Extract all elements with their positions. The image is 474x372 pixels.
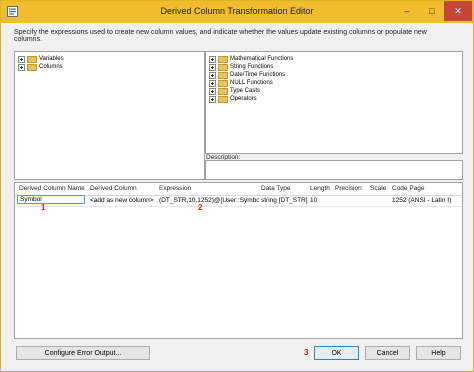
expand-icon[interactable] — [18, 55, 25, 63]
length-cell[interactable]: 10 — [310, 197, 332, 204]
maximize-icon: □ — [429, 6, 435, 16]
cancel-button[interactable]: Cancel — [365, 346, 410, 360]
tree-item-null-functions[interactable]: NULL Functions — [209, 79, 273, 87]
expand-icon[interactable] — [209, 63, 216, 71]
expand-icon[interactable] — [18, 63, 25, 71]
row-divider — [15, 206, 462, 207]
folder-icon — [218, 55, 228, 63]
folder-icon — [218, 71, 228, 79]
header-code-page[interactable]: Code Page — [392, 185, 425, 192]
variables-columns-tree[interactable]: Variables Columns — [14, 51, 205, 180]
derived-column-cell[interactable]: <add as new column> — [90, 197, 157, 204]
tree-item-label: Date/Time Functions — [230, 72, 286, 78]
minimize-button[interactable]: – — [395, 1, 419, 21]
header-derived-column-name[interactable]: Derived Column Name — [19, 185, 85, 192]
folder-icon — [27, 55, 37, 63]
tree-item-operators[interactable]: Operators — [209, 95, 257, 103]
header-derived-column[interactable]: Derived Column — [90, 185, 137, 192]
folder-icon — [27, 63, 37, 71]
tree-item-label: Variables — [39, 56, 64, 62]
expand-icon[interactable] — [209, 55, 216, 63]
description-box — [205, 160, 463, 180]
tree-item-label: NULL Functions — [230, 80, 273, 86]
tree-item-datetime-functions[interactable]: Date/Time Functions — [209, 71, 285, 79]
tree-item-type-casts[interactable]: Type Casts — [209, 87, 260, 95]
folder-icon — [218, 79, 228, 87]
tree-item-label: Columns — [39, 64, 63, 70]
step-marker-2: 2 — [198, 203, 203, 212]
tree-item-label: Type Casts — [230, 88, 261, 94]
instructions-text: Specify the expressions used to create n… — [14, 29, 427, 43]
expand-icon[interactable] — [209, 95, 216, 103]
expand-icon[interactable] — [209, 87, 216, 95]
maximize-button[interactable]: □ — [420, 1, 444, 21]
header-data-type[interactable]: Data Type — [261, 185, 291, 192]
folder-icon — [218, 87, 228, 95]
code-page-cell[interactable]: 1252 (ANSI - Latin I) — [392, 197, 458, 204]
header-precision[interactable]: Precision — [335, 185, 362, 192]
expand-icon[interactable] — [209, 79, 216, 87]
derived-columns-grid[interactable]: Derived Column Name Derived Column Expre… — [14, 182, 463, 339]
close-button[interactable]: ✕ — [444, 1, 472, 21]
minimize-icon: – — [404, 6, 410, 16]
close-icon: ✕ — [454, 6, 462, 16]
derived-column-editor-window: Derived Column Transformation Editor – □… — [0, 0, 474, 372]
tree-item-mathematical-functions[interactable]: Mathematical Functions — [209, 55, 293, 63]
configure-error-output-button[interactable]: Configure Error Output... — [16, 346, 150, 360]
help-button[interactable]: Help — [416, 346, 461, 360]
derived-column-name-field[interactable] — [17, 195, 85, 204]
tree-item-columns[interactable]: Columns — [18, 63, 63, 71]
header-length[interactable]: Length — [310, 185, 330, 192]
step-marker-1: 1 — [41, 203, 46, 212]
expand-icon[interactable] — [209, 71, 216, 79]
header-expression[interactable]: Expression — [159, 185, 191, 192]
step-marker-3: 3 — [304, 348, 309, 357]
tree-item-label: String Functions — [230, 64, 274, 70]
tree-item-label: Mathematical Functions — [230, 56, 294, 62]
tree-item-variables[interactable]: Variables — [18, 55, 64, 63]
functions-tree[interactable]: Mathematical Functions String Functions … — [205, 51, 463, 154]
folder-icon — [218, 95, 228, 103]
ok-button[interactable]: OK — [314, 346, 359, 360]
tree-item-string-functions[interactable]: String Functions — [209, 63, 273, 71]
folder-icon — [218, 63, 228, 71]
title-bar[interactable]: Derived Column Transformation Editor – □… — [1, 1, 473, 23]
data-type-cell[interactable]: string [DT_STR] — [261, 197, 308, 204]
tree-item-label: Operators — [230, 96, 257, 102]
header-scale[interactable]: Scale — [370, 185, 386, 192]
expression-cell[interactable]: (DT_STR,10,1252)@[User::Symbol] — [159, 197, 259, 204]
